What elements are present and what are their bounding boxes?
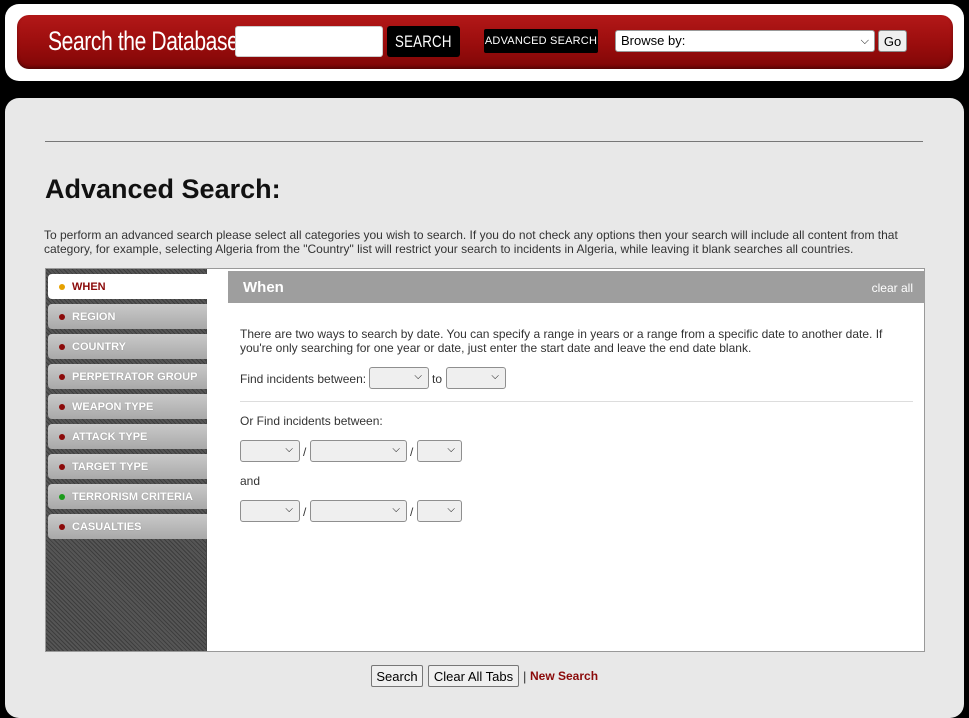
start-year-select[interactable]: ⌵ (369, 367, 429, 389)
search-input[interactable] (235, 26, 383, 57)
chevron-down-icon: ⌵ (392, 504, 400, 515)
tab-label: ATTACK TYPE (72, 430, 148, 443)
new-search-link[interactable]: New Search (530, 669, 598, 683)
status-dot-icon (59, 374, 65, 380)
divider (45, 141, 923, 142)
status-dot-icon (59, 314, 65, 320)
date-separator: / (303, 505, 307, 519)
tab-region[interactable]: REGION (48, 304, 207, 329)
intro-text: To perform an advanced search please sel… (44, 228, 898, 256)
tab-label: TARGET TYPE (72, 460, 149, 473)
chevron-down-icon: ⌵ (860, 35, 869, 47)
search-button-label: SEARCH (395, 31, 452, 51)
category-sidebar: WHEN REGION COUNTRY PERPETRATOR GROUP WE… (46, 269, 207, 651)
chevron-down-icon: ⌵ (414, 371, 422, 382)
chevron-down-icon: ⌵ (392, 444, 400, 455)
go-button[interactable]: Go (878, 30, 907, 52)
status-dot-icon (59, 464, 65, 470)
and-label: and (240, 474, 261, 488)
or-find-between-label: Or Find incidents between: (240, 414, 383, 428)
date-separator: / (303, 445, 307, 459)
advanced-search-button[interactable]: ADVANCED SEARCH (484, 29, 598, 53)
to-label: to (432, 372, 443, 386)
find-between-label: Find incidents between: (240, 372, 367, 386)
chevron-down-icon: ⌵ (447, 444, 455, 455)
advanced-search-container: WHEN REGION COUNTRY PERPETRATOR GROUP WE… (45, 268, 925, 652)
search-submit-button[interactable]: Search (371, 665, 423, 687)
tab-label: COUNTRY (72, 340, 126, 353)
start-day-select[interactable]: ⌵ (310, 440, 407, 462)
tab-attack-type[interactable]: ATTACK TYPE (48, 424, 207, 449)
date-separator: / (410, 445, 414, 459)
pane-description: There are two ways to search by date. Yo… (240, 327, 883, 355)
status-dot-icon (59, 404, 65, 410)
page-title: Advanced Search: (45, 174, 281, 204)
tab-country[interactable]: COUNTRY (48, 334, 207, 359)
chevron-down-icon: ⌵ (285, 504, 293, 515)
site-title[interactable]: Search the Database (48, 23, 239, 59)
section-divider (240, 401, 913, 402)
tab-when[interactable]: WHEN (48, 274, 207, 299)
when-pane: When clear all There are two ways to sea… (228, 269, 925, 651)
end-day-select[interactable]: ⌵ (310, 500, 407, 522)
tab-label: REGION (72, 310, 116, 323)
browse-by-value: Browse by: (621, 33, 686, 48)
start-year-select-specific[interactable]: ⌵ (417, 440, 462, 462)
tab-weapon-type[interactable]: WEAPON TYPE (48, 394, 207, 419)
status-dot-icon (59, 284, 65, 290)
pane-title: When (243, 279, 284, 296)
clear-all-link[interactable]: clear all (872, 281, 913, 295)
tab-target-type[interactable]: TARGET TYPE (48, 454, 207, 479)
end-month-select[interactable]: ⌵ (240, 500, 300, 522)
tab-label: CASUALTIES (72, 520, 142, 533)
chevron-down-icon: ⌵ (491, 371, 499, 382)
chevron-down-icon: ⌵ (447, 504, 455, 515)
status-dot-icon (59, 524, 65, 530)
tab-terrorism-criteria[interactable]: TERRORISM CRITERIA (48, 484, 207, 509)
tab-label: TERRORISM CRITERIA (72, 490, 193, 503)
chevron-down-icon: ⌵ (285, 444, 293, 455)
footer-separator: | (523, 669, 527, 684)
end-year-select-specific[interactable]: ⌵ (417, 500, 462, 522)
status-dot-icon (59, 494, 65, 500)
tab-casualties[interactable]: CASUALTIES (48, 514, 207, 539)
clear-all-tabs-button[interactable]: Clear All Tabs (428, 665, 519, 687)
date-separator: / (410, 505, 414, 519)
search-button[interactable]: SEARCH (387, 26, 460, 57)
tab-perpetrator-group[interactable]: PERPETRATOR GROUP (48, 364, 207, 389)
pane-header: When clear all (228, 271, 925, 303)
start-month-select[interactable]: ⌵ (240, 440, 300, 462)
status-dot-icon (59, 434, 65, 440)
end-year-select[interactable]: ⌵ (446, 367, 506, 389)
tab-label: PERPETRATOR GROUP (72, 370, 198, 383)
status-dot-icon (59, 344, 65, 350)
tab-label: WEAPON TYPE (72, 400, 154, 413)
browse-by-select[interactable]: Browse by: ⌵ (615, 30, 875, 52)
tab-label: WHEN (72, 280, 106, 293)
